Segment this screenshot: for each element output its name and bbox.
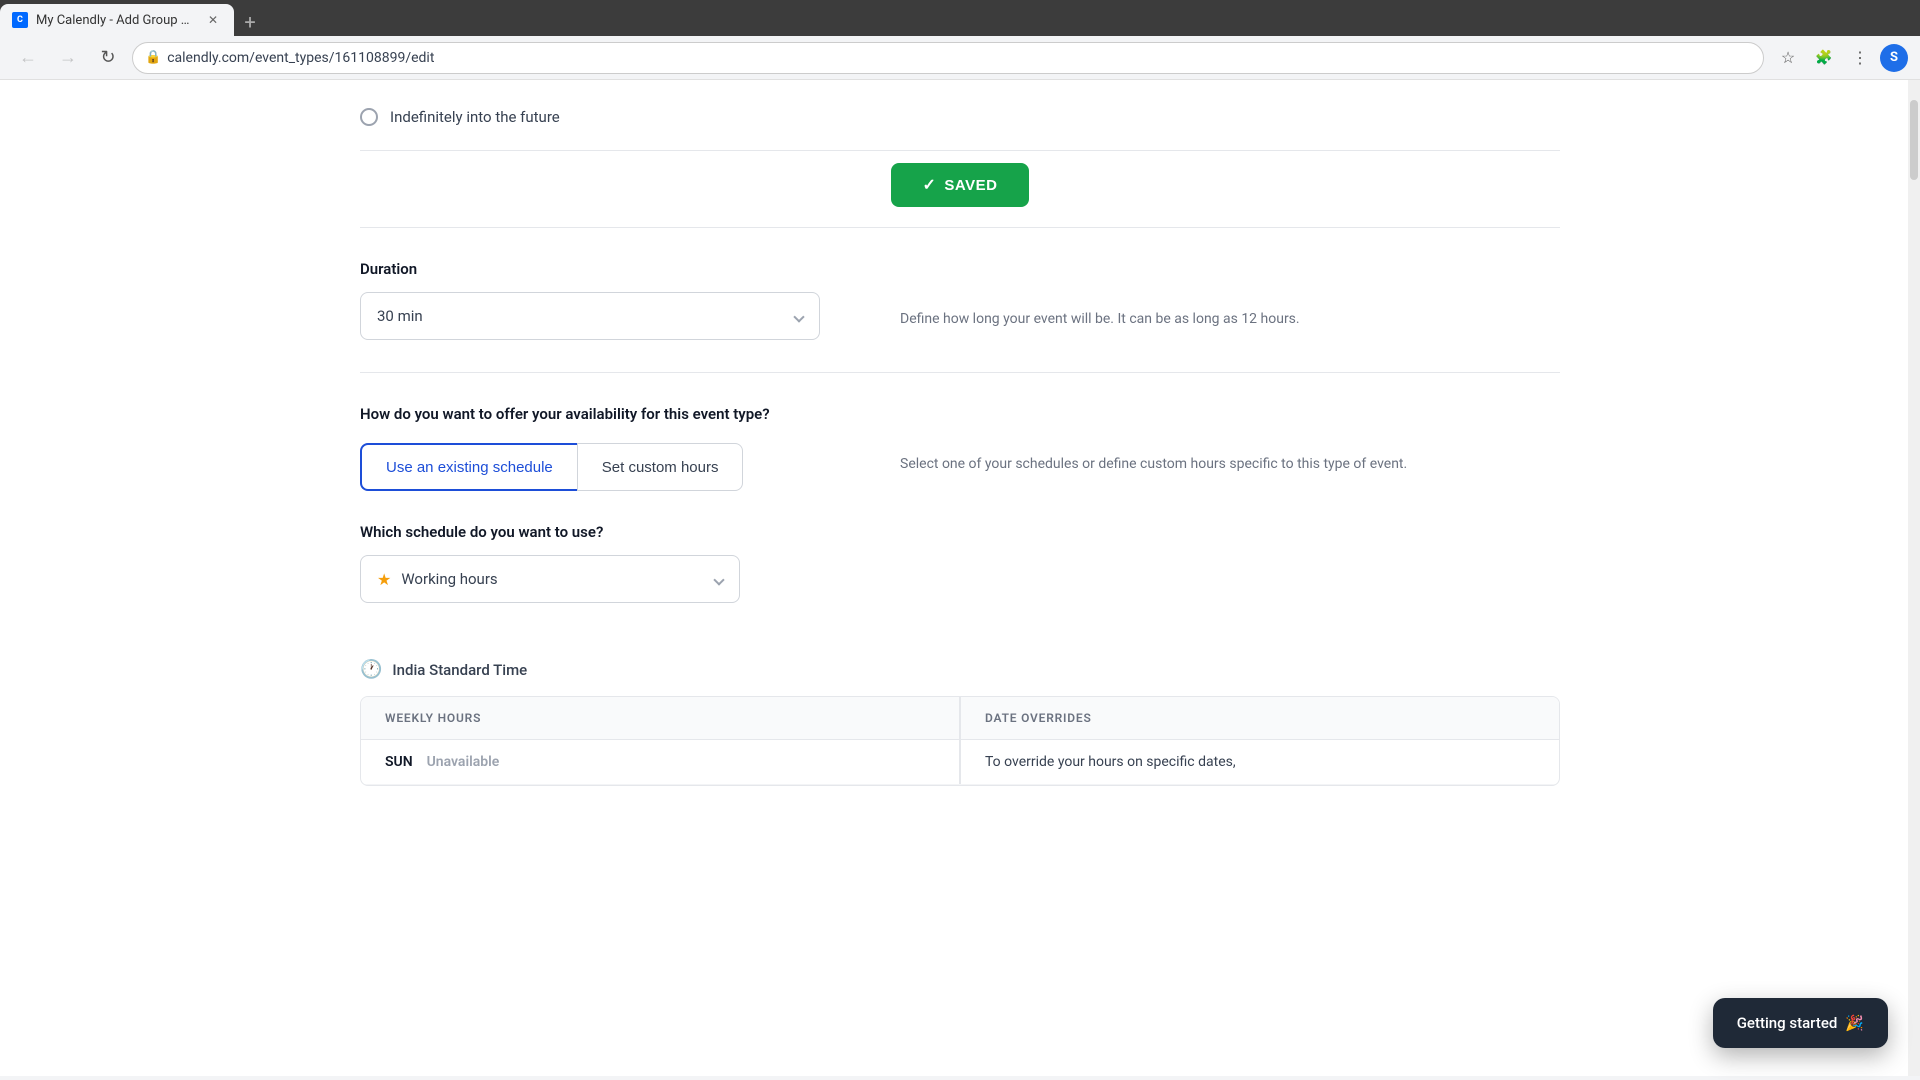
forward-button[interactable]: → <box>52 42 84 74</box>
duration-chevron-icon <box>795 307 803 325</box>
hours-table: WEEKLY HOURS DATE OVERRIDES SUN Unavaila… <box>360 696 1560 786</box>
schedule-select-left: ★ Working hours <box>377 570 498 589</box>
getting-started-emoji: 🎉 <box>1845 1014 1864 1032</box>
back-button[interactable]: ← <box>12 42 44 74</box>
scrollbar[interactable] <box>1908 80 1920 1076</box>
timezone-label: India Standard Time <box>392 661 527 679</box>
date-overrides-col-header: DATE OVERRIDES <box>960 697 1559 740</box>
day-label: SUN <box>385 754 413 770</box>
profile-avatar[interactable]: S <box>1880 44 1908 72</box>
availability-left: How do you want to offer your availabili… <box>360 405 860 603</box>
override-text-cell: To override your hours on specific dates… <box>960 740 1559 784</box>
timezone-icon: 🕐 <box>360 659 382 680</box>
duration-label: Duration <box>360 260 860 278</box>
schedule-chevron-icon <box>715 570 723 588</box>
active-tab[interactable]: C My Calendly - Add Group Event ✕ <box>0 4 234 36</box>
menu-button[interactable]: ⋮ <box>1844 42 1876 74</box>
schedule-value: Working hours <box>401 570 497 588</box>
hours-table-header: WEEKLY HOURS DATE OVERRIDES <box>361 697 1559 740</box>
availability-help-text: Select one of your schedules or define c… <box>900 453 1560 475</box>
security-lock-icon: 🔒 <box>145 50 161 65</box>
getting-started-label: Getting started <box>1737 1014 1838 1032</box>
table-row: SUN Unavailable To override your hours o… <box>361 740 1559 785</box>
nav-actions: ☆ 🧩 ⋮ S <box>1772 42 1908 74</box>
nav-bar: ← → ↻ 🔒 calendly.com/event_types/1611088… <box>0 36 1920 80</box>
override-text: To override your hours on specific dates… <box>985 754 1236 770</box>
getting-started-toast[interactable]: Getting started 🎉 <box>1713 998 1888 1048</box>
duration-select[interactable]: 30 min <box>360 292 820 340</box>
timezone-row: 🕐 India Standard Time <box>360 659 1560 680</box>
tab-favicon: C <box>12 12 28 28</box>
page-content: Indefinitely into the future ✓ SAVED Dur… <box>0 80 1920 1076</box>
duration-left: Duration 30 min <box>360 260 860 340</box>
star-icon: ★ <box>377 570 391 589</box>
schedule-select[interactable]: ★ Working hours <box>360 555 740 603</box>
availability-right: Select one of your schedules or define c… <box>900 405 1560 603</box>
saved-button[interactable]: ✓ SAVED <box>891 163 1030 207</box>
saved-banner: ✓ SAVED <box>360 151 1560 227</box>
bookmark-button[interactable]: ☆ <box>1772 42 1804 74</box>
which-schedule-label: Which schedule do you want to use? <box>360 523 860 541</box>
extensions-button[interactable]: 🧩 <box>1808 42 1840 74</box>
duration-help-text: Define how long your event will be. It c… <box>900 308 1560 330</box>
availability-question: How do you want to offer your availabili… <box>360 405 860 423</box>
saved-label: SAVED <box>944 177 997 194</box>
indefinitely-label: Indefinitely into the future <box>390 108 560 126</box>
new-tab-button[interactable]: + <box>234 8 266 36</box>
scrollbar-thumb <box>1910 100 1918 180</box>
weekly-hours-col-header: WEEKLY HOURS <box>361 697 960 740</box>
indefinitely-option: Indefinitely into the future <box>360 80 1560 150</box>
tab-title: My Calendly - Add Group Event <box>36 13 196 28</box>
duration-value: 30 min <box>377 307 423 325</box>
duration-section: Duration 30 min Define how long your eve… <box>360 228 1560 372</box>
availability-section: How do you want to offer your availabili… <box>360 373 1560 635</box>
indefinitely-radio[interactable] <box>360 108 378 126</box>
tab-close-button[interactable]: ✕ <box>204 11 222 29</box>
schedule-toggle: Use an existing schedule Set custom hour… <box>360 443 860 491</box>
saved-check-icon: ✓ <box>923 175 937 195</box>
day-cell: SUN Unavailable <box>361 740 960 784</box>
day-value: Unavailable <box>427 754 500 770</box>
url-text: calendly.com/event_types/161108899/edit <box>167 50 434 66</box>
tab-bar: C My Calendly - Add Group Event ✕ + <box>0 0 1920 36</box>
address-bar[interactable]: 🔒 calendly.com/event_types/161108899/edi… <box>132 42 1764 74</box>
use-existing-schedule-button[interactable]: Use an existing schedule <box>360 443 577 491</box>
set-custom-hours-button[interactable]: Set custom hours <box>577 443 744 491</box>
duration-right: Define how long your event will be. It c… <box>900 260 1560 340</box>
reload-button[interactable]: ↻ <box>92 42 124 74</box>
timezone-section: 🕐 India Standard Time WEEKLY HOURS DATE … <box>360 635 1560 794</box>
